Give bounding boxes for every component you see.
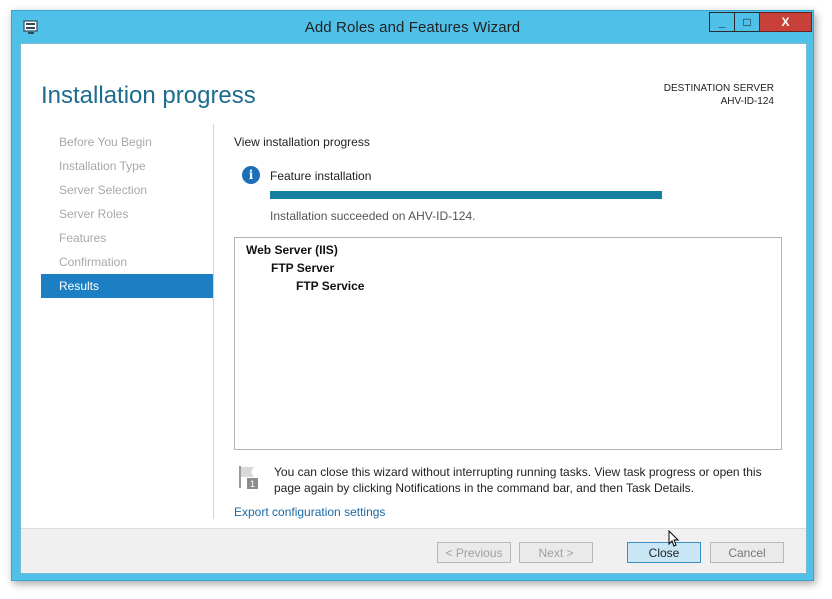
nav-item-confirmation[interactable]: Confirmation: [41, 250, 213, 274]
destination-server-name: AHV-ID-124: [720, 96, 774, 107]
close-window-button[interactable]: X: [759, 12, 812, 32]
progress-fill: [270, 191, 662, 199]
destination-server-info: DESTINATION SERVER AHV-ID-124: [664, 82, 774, 108]
nav-item-server-roles[interactable]: Server Roles: [41, 202, 213, 226]
nav-item-installation-type[interactable]: Installation Type: [41, 154, 213, 178]
next-button[interactable]: Next >: [519, 542, 593, 563]
svg-text:1: 1: [250, 479, 255, 489]
installation-progress-bar: [270, 191, 662, 199]
wizard-nav: Before You Begin Installation Type Serve…: [41, 130, 213, 298]
tree-item-ftp-server: FTP Server: [271, 261, 335, 275]
installation-status: Installation succeeded on AHV-ID-124.: [270, 209, 476, 223]
title-bar[interactable]: Add Roles and Features Wizard _ □ X: [12, 11, 813, 43]
destination-server-label: DESTINATION SERVER: [663, 83, 774, 94]
cancel-button[interactable]: Cancel: [710, 542, 784, 563]
tree-item-web-server: Web Server (IIS): [246, 243, 338, 257]
window-title: Add Roles and Features Wizard: [304, 19, 521, 36]
info-icon: i: [242, 166, 260, 184]
nav-item-before-you-begin[interactable]: Before You Begin: [41, 130, 213, 154]
page-title: Installation progress: [41, 82, 256, 109]
tree-item-ftp-service: FTP Service: [296, 279, 365, 293]
nav-item-features[interactable]: Features: [41, 226, 213, 250]
minimize-button[interactable]: _: [709, 12, 735, 32]
notice-text: You can close this wizard without interr…: [274, 465, 762, 495]
mouse-cursor-icon: [668, 530, 680, 547]
feature-installation-label: Feature installation: [270, 169, 372, 183]
notification-flag-icon: 1: [239, 466, 258, 489]
wizard-body: Installation progress DESTINATION SERVER…: [20, 43, 807, 574]
close-button[interactable]: Close: [627, 542, 701, 563]
maximize-button[interactable]: □: [734, 12, 760, 32]
nav-item-results[interactable]: Results: [41, 274, 213, 298]
maximize-icon: □: [743, 15, 751, 29]
close-icon: X: [781, 15, 790, 29]
minimize-icon: _: [718, 15, 726, 29]
wizard-window: Add Roles and Features Wizard _ □ X Inst…: [11, 10, 814, 581]
nav-divider: [213, 124, 214, 519]
wizard-footer: < Previous Next > Close Cancel: [21, 528, 806, 573]
view-progress-label: View installation progress: [234, 135, 370, 149]
nav-item-server-selection[interactable]: Server Selection: [41, 178, 213, 202]
export-configuration-link[interactable]: Export configuration settings: [234, 505, 385, 519]
previous-button[interactable]: < Previous: [437, 542, 511, 563]
results-list[interactable]: Web Server (IIS) FTP Server FTP Service: [234, 237, 782, 450]
